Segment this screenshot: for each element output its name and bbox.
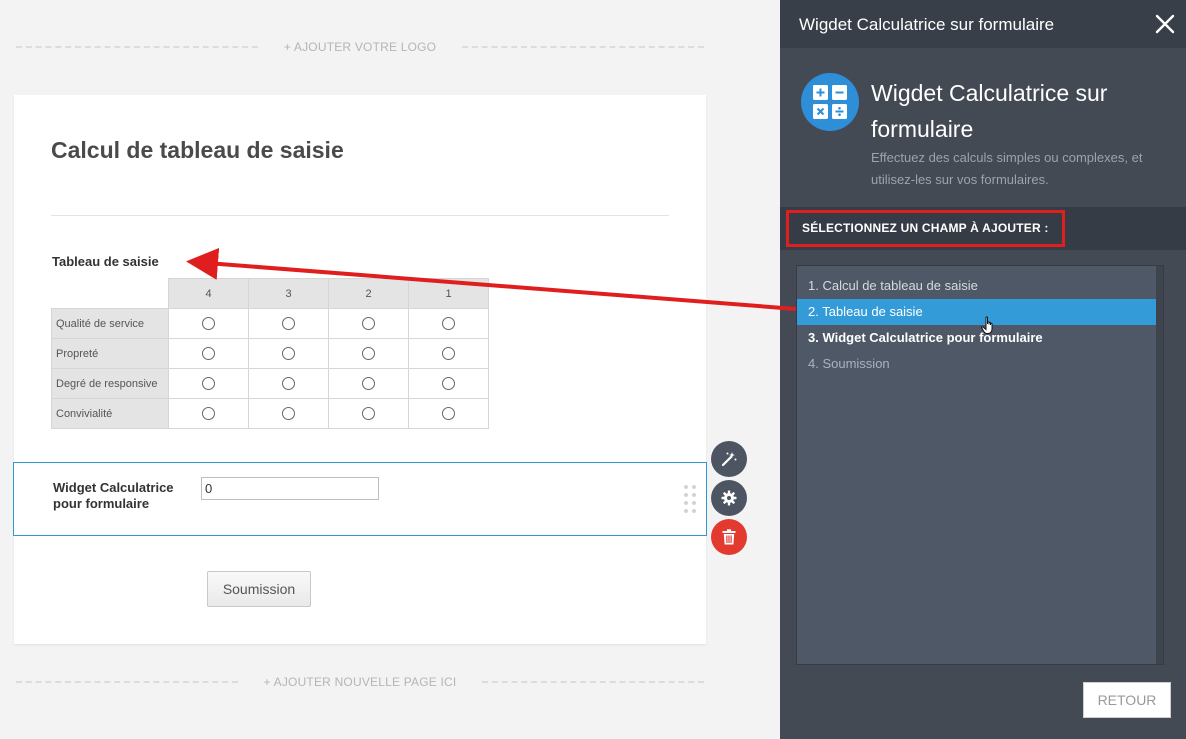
select-field-bar: SÉLECTIONNEZ UN CHAMP À AJOUTER : (780, 207, 1186, 250)
widget-description: Effectuez des calculs simples ou complex… (871, 150, 1143, 187)
matrix-radio-button[interactable] (282, 407, 295, 420)
matrix-radio-button[interactable] (202, 317, 215, 330)
matrix-row-label: Qualité de service (51, 308, 169, 339)
matrix-radio-button[interactable] (442, 407, 455, 420)
matrix-radio-button[interactable] (362, 317, 375, 330)
matrix-row-label: Degré de responsive (51, 368, 169, 399)
add-page-row: + AJOUTER NOUVELLE PAGE ICI (16, 674, 704, 690)
matrix-radio-button[interactable] (362, 407, 375, 420)
matrix-radio-button[interactable] (282, 377, 295, 390)
wand-button[interactable] (711, 441, 747, 477)
add-logo-link[interactable]: + AJOUTER VOTRE LOGO (258, 40, 462, 54)
select-field-heading: SÉLECTIONNEZ UN CHAMP À AJOUTER : (786, 210, 1065, 247)
dashed-divider (482, 681, 704, 683)
submit-button[interactable]: Soumission (207, 571, 311, 607)
gear-icon (721, 490, 737, 506)
field-list: 1. Calcul de tableau de saisie 2. Tablea… (796, 265, 1164, 665)
matrix-radio-button[interactable] (442, 377, 455, 390)
input-matrix: 4 3 2 1 Qualité de service Propreté Degr… (51, 278, 489, 429)
panel-header-title: Wigdet Calculatrice sur formulaire (799, 15, 1055, 34)
close-button[interactable] (1153, 12, 1177, 36)
add-page-link[interactable]: + AJOUTER NOUVELLE PAGE ICI (238, 675, 483, 689)
dashed-divider (16, 46, 258, 48)
add-logo-row: + AJOUTER VOTRE LOGO (16, 39, 704, 55)
matrix-radio-button[interactable] (362, 347, 375, 360)
matrix-header-row: 4 3 2 1 (51, 278, 489, 309)
matrix-radio-button[interactable] (362, 377, 375, 390)
title-divider (51, 215, 669, 216)
drag-handle[interactable] (684, 485, 698, 515)
wand-icon (721, 452, 737, 467)
matrix-column-header: 4 (168, 278, 249, 309)
matrix-radio-button[interactable] (442, 317, 455, 330)
dashed-divider (16, 681, 238, 683)
widget-panel: Wigdet Calculatrice sur formulaire Wigde… (780, 0, 1186, 739)
calculator-input[interactable] (201, 477, 379, 500)
hand-cursor-icon (981, 316, 993, 334)
widget-title: Wigdet Calculatrice sur formulaire (871, 80, 1108, 142)
calculator-label: Widget Calculatrice pour formulaire (53, 480, 174, 511)
matrix-radio-button[interactable] (202, 347, 215, 360)
matrix-corner-cell (51, 278, 169, 309)
matrix-row-label: Convivialité (51, 398, 169, 429)
form-canvas: + AJOUTER VOTRE LOGO Calcul de tableau d… (0, 0, 780, 739)
field-option[interactable]: 1. Calcul de tableau de saisie (797, 273, 1158, 299)
form-card: Calcul de tableau de saisie Tableau de s… (14, 95, 706, 644)
matrix-row: Qualité de service (51, 308, 489, 339)
trash-icon (722, 529, 736, 545)
calculator-field[interactable]: Widget Calculatrice pour formulaire (13, 462, 707, 536)
matrix-radio-button[interactable] (282, 317, 295, 330)
dashed-divider (462, 46, 704, 48)
matrix-radio-button[interactable] (202, 407, 215, 420)
panel-header: Wigdet Calculatrice sur formulaire (780, 0, 1186, 48)
matrix-radio-button[interactable] (282, 347, 295, 360)
matrix-radio-button[interactable] (442, 347, 455, 360)
list-scrollbar[interactable] (1156, 266, 1163, 664)
form-title[interactable]: Calcul de tableau de saisie (51, 137, 344, 164)
calculator-icon (801, 73, 859, 131)
matrix-label[interactable]: Tableau de saisie (52, 254, 159, 269)
field-option-selected[interactable]: 2. Tableau de saisie (797, 299, 1158, 325)
matrix-row: Propreté (51, 338, 489, 369)
matrix-column-header: 1 (408, 278, 489, 309)
back-button[interactable]: RETOUR (1083, 682, 1171, 718)
delete-button[interactable] (711, 519, 747, 555)
close-icon (1155, 14, 1175, 34)
field-option[interactable]: 4. Soumission (797, 351, 1158, 377)
field-option[interactable]: 3. Widget Calculatrice pour formulaire (797, 325, 1158, 351)
matrix-column-header: 3 (248, 278, 329, 309)
matrix-column-header: 2 (328, 278, 409, 309)
gear-button[interactable] (711, 480, 747, 516)
matrix-row: Convivialité (51, 398, 489, 429)
matrix-radio-button[interactable] (202, 377, 215, 390)
matrix-row: Degré de responsive (51, 368, 489, 399)
matrix-row-label: Propreté (51, 338, 169, 369)
